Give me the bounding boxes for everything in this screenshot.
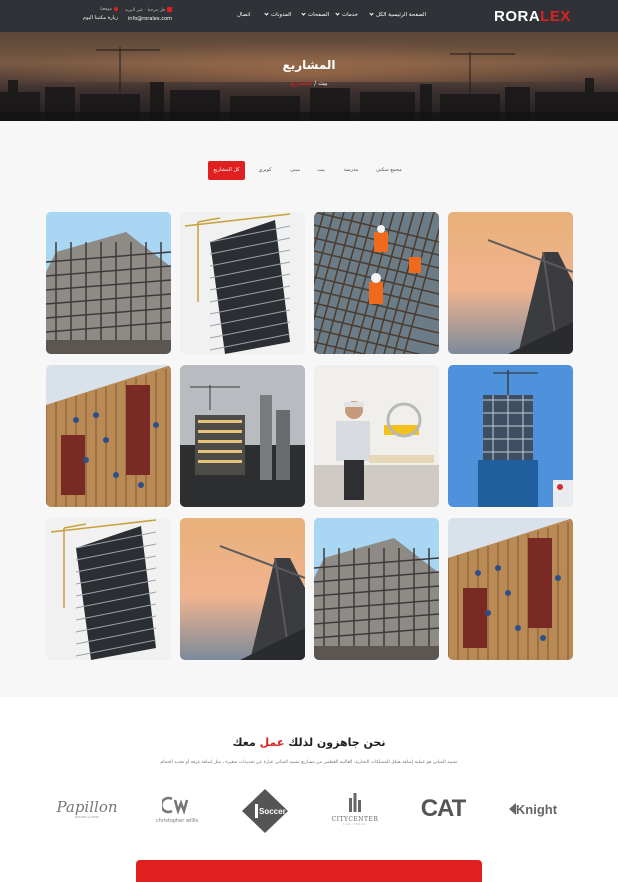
cw-monogram-icon (160, 796, 189, 816)
project-image-11[interactable] (314, 518, 439, 660)
project-photo (448, 518, 573, 660)
filter-bridge[interactable]: كوبري (251, 161, 279, 180)
project-image-4[interactable] (448, 212, 573, 354)
nav-item-home[interactable]: الصفحة الرئيسية الكل (369, 11, 426, 18)
chevron-down-icon (335, 11, 340, 16)
nav-item-blogs[interactable]: المدونات (264, 11, 291, 18)
project-photo (46, 365, 171, 507)
filter-residential-complex[interactable]: مجمع سكني (368, 161, 410, 180)
knight-mark-icon (508, 803, 516, 815)
brand-logo-christopher-willis: christopher willis (142, 790, 212, 830)
logo-text: RORA (494, 8, 541, 25)
page-banner: المشاريع بيت / المشاريع (0, 32, 618, 121)
project-image-7[interactable] (314, 365, 439, 507)
project-photo (314, 212, 439, 354)
project-image-2[interactable] (180, 212, 305, 354)
city-skyline-background (0, 47, 618, 121)
brand-logo-knight: Knight (500, 790, 566, 830)
project-photo (448, 365, 573, 507)
chevron-down-icon (264, 11, 269, 16)
contact-location[interactable]: موقعنا زيارة مكتبنا اليوم (78, 6, 119, 21)
project-image-9[interactable] (46, 518, 171, 660)
location-pin-icon (113, 6, 119, 12)
call-to-action-banner[interactable] (136, 860, 482, 882)
breadcrumb-current: المشاريع (290, 80, 313, 87)
filter-all-projects[interactable]: كل المشاريع (208, 161, 245, 180)
project-filter-tabs: كل المشاريع كوبري مبنى بيت مدرسة مجمع سك… (0, 161, 618, 181)
chevron-down-icon (369, 11, 374, 16)
contact-email[interactable]: قل مرحبا - عبر البريد info@roralex.com (124, 7, 172, 22)
project-photo (314, 518, 439, 660)
nav-item-pages[interactable]: الصفحات (301, 11, 329, 18)
project-image-12[interactable] (448, 518, 573, 660)
top-navigation-bar: RORALEX الصفحة الرئيسية الكل خدمات الصفح… (0, 0, 618, 32)
breadcrumb-home[interactable]: بيت (318, 80, 327, 87)
chevron-down-icon (301, 11, 306, 16)
filter-house[interactable]: بيت (310, 161, 332, 180)
soccer-diamond-logo: Soccer (242, 789, 288, 833)
project-image-10[interactable] (180, 518, 305, 660)
project-image-3[interactable] (314, 212, 439, 354)
logo-accent-text: LEX (540, 8, 571, 25)
ready-description: تشييد المباني هو عملية إضافة هيكل للممتل… (160, 760, 458, 765)
project-image-5[interactable] (46, 365, 171, 507)
brand-logo-cat: CAT (420, 795, 467, 822)
project-image-1[interactable] (46, 212, 171, 354)
filter-school[interactable]: مدرسة (336, 161, 366, 180)
brand-logo-papillon: Papillon WEDDING & EVENT (56, 798, 118, 819)
filter-building[interactable]: مبنى (283, 161, 307, 180)
project-photo (180, 365, 305, 507)
nav-item-contact[interactable]: اتصال (237, 12, 251, 18)
nav-item-services[interactable]: خدمات (335, 11, 358, 18)
brand-logo-citycenter: CITYCENTER LAS VEGAS (325, 790, 385, 830)
page-title: المشاريع (282, 58, 336, 72)
project-photo (180, 518, 305, 660)
svg-text:Soccer: Soccer (259, 807, 286, 816)
projects-section: كل المشاريع كوبري مبنى بيت مدرسة مجمع سك… (0, 121, 618, 697)
citycenter-towers-icon (349, 793, 361, 812)
project-photo (314, 365, 439, 507)
breadcrumb: بيت / المشاريع (290, 80, 328, 87)
mail-icon (167, 7, 172, 12)
site-logo[interactable]: RORALEX (494, 8, 571, 25)
project-image-8[interactable] (448, 365, 573, 507)
project-photo (46, 518, 171, 660)
brand-logo-soccer: Soccer (240, 788, 290, 833)
ready-heading: نحن جاهزون لذلك عمل معك (232, 736, 386, 749)
project-photo (46, 212, 171, 354)
project-photo (180, 212, 305, 354)
project-photo (448, 212, 573, 354)
project-image-6[interactable] (180, 365, 305, 507)
